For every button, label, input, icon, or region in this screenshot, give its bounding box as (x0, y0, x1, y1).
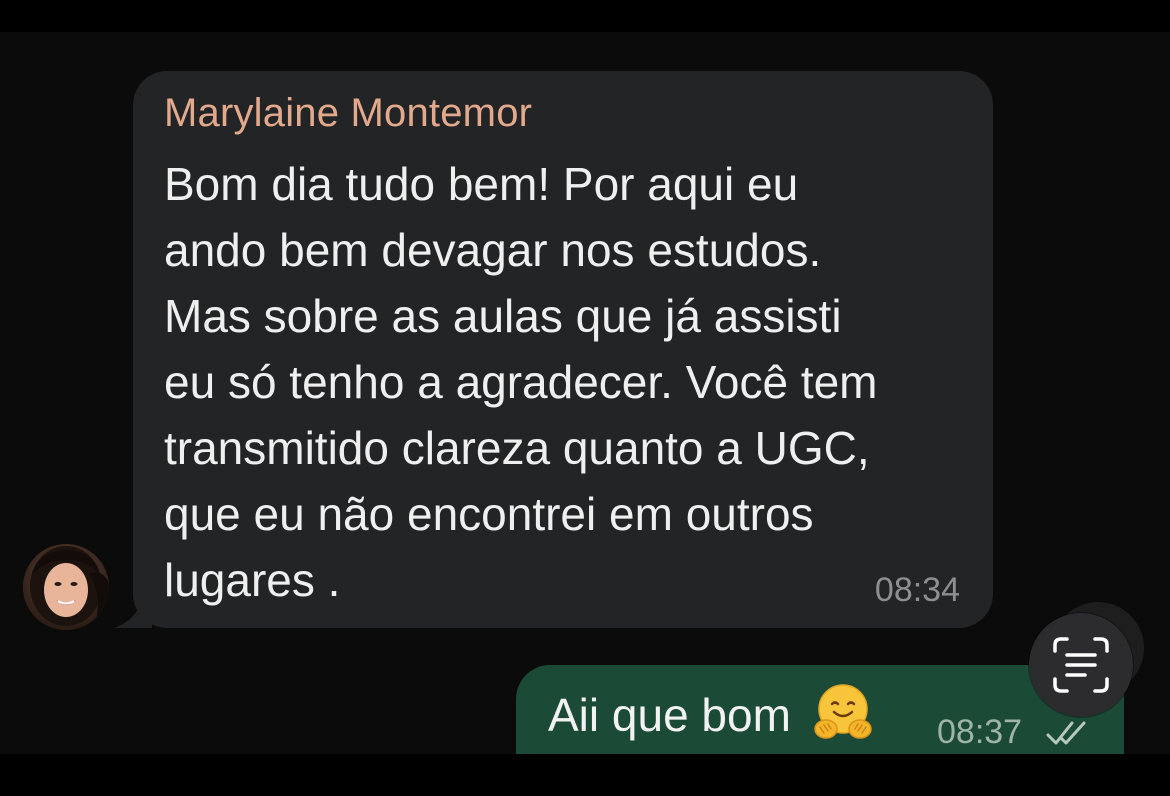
outgoing-message-label: Aii que bom (548, 689, 791, 741)
user-avatar-icon (23, 544, 109, 630)
message-line: que eu não encontrei em outros (164, 488, 814, 540)
message-line: ando bem devagar nos estudos. (164, 224, 822, 276)
double-check-read-icon (1046, 721, 1086, 745)
sender-name[interactable]: Marylaine Montemor (164, 91, 532, 136)
outgoing-message-text: Aii que bom (548, 684, 874, 750)
message-text: Bom dia tudo bem! Por aqui eu ando bem d… (164, 151, 964, 613)
bottom-bar (0, 754, 1170, 796)
message-line: eu só tenho a agradecer. Você tem (164, 356, 878, 408)
chat-screen: Marylaine Montemor Bom dia tudo bem! Por… (0, 0, 1170, 796)
top-bar (0, 0, 1170, 32)
incoming-message-bubble[interactable]: Marylaine Montemor Bom dia tudo bem! Por… (133, 71, 993, 628)
message-line: lugares . (164, 554, 341, 606)
outgoing-timestamp: 08:37 (937, 713, 1023, 751)
message-line: Bom dia tudo bem! Por aqui eu (164, 158, 799, 210)
message-line: transmitido clareza quanto a UGC, (164, 422, 870, 474)
live-text-button[interactable] (1029, 613, 1133, 717)
live-text-scan-icon (1053, 637, 1109, 693)
sender-avatar[interactable] (23, 544, 109, 630)
message-line: Mas sobre as aulas que já assisti (164, 290, 842, 342)
hugging-face-emoji-icon (813, 684, 872, 739)
message-timestamp: 08:34 (874, 571, 960, 609)
